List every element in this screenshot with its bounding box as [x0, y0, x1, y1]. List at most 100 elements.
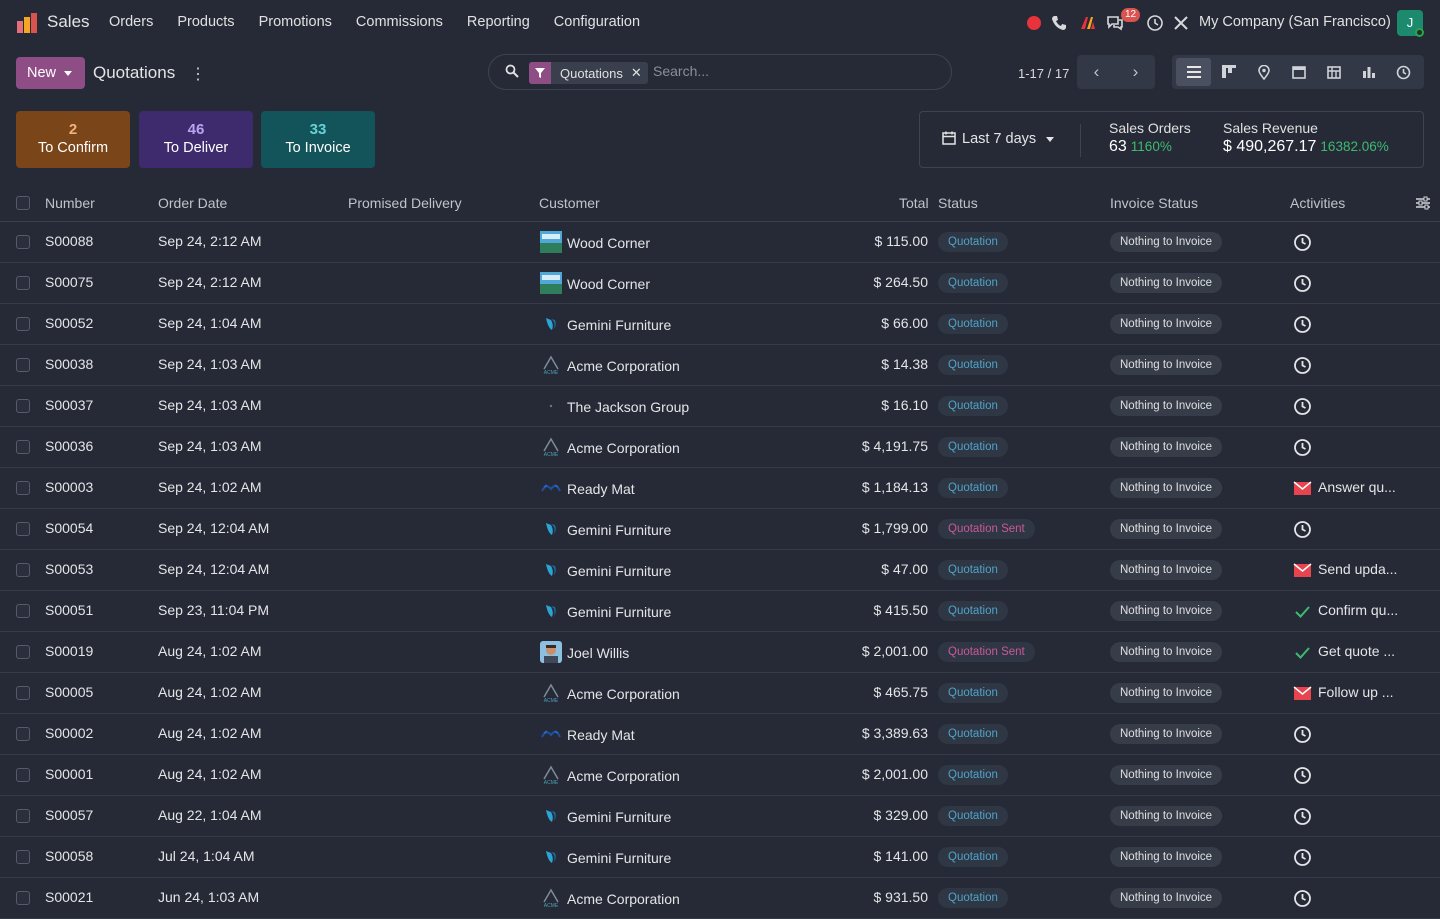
menu-promotions[interactable]: Promotions	[259, 14, 332, 30]
row-checkbox[interactable]	[16, 850, 30, 864]
row-checkbox[interactable]	[16, 891, 30, 905]
table-row[interactable]: S00075 Sep 24, 2:12 AM Wood Corner $ 264.50…	[0, 263, 1440, 304]
todo-check-icon[interactable]	[1293, 602, 1312, 621]
to-deliver-card[interactable]: 46 To Deliver	[139, 111, 253, 168]
row-checkbox[interactable]	[16, 358, 30, 372]
table-row[interactable]: S00038 Sep 24, 1:03 AM ACME Acme Corporatio…	[0, 345, 1440, 386]
company-switcher[interactable]: My Company (San Francisco)	[1199, 14, 1391, 30]
table-row[interactable]: S00051 Sep 23, 11:04 PM Gemini Furniture $ …	[0, 591, 1440, 632]
activity-clock-icon[interactable]	[1293, 848, 1312, 867]
to-confirm-card[interactable]: 2 To Confirm	[16, 111, 130, 168]
email-activity-icon[interactable]	[1293, 479, 1312, 498]
table-row[interactable]: S00001 Aug 24, 1:02 AM ACME Acme Corporatio…	[0, 755, 1440, 796]
menu-reporting[interactable]: Reporting	[467, 14, 530, 30]
kanban-view-icon[interactable]	[1211, 58, 1246, 86]
actions-menu-icon[interactable]: ⋮	[190, 64, 206, 84]
search-input[interactable]	[653, 63, 933, 79]
activity-clock-icon[interactable]	[1293, 766, 1312, 785]
email-activity-icon[interactable]	[1293, 684, 1312, 703]
activity-clock-icon[interactable]	[1293, 397, 1312, 416]
row-checkbox[interactable]	[16, 276, 30, 290]
activity-clock-icon[interactable]	[1293, 807, 1312, 826]
previous-page-icon[interactable]: ‹	[1077, 55, 1116, 89]
column-total[interactable]: Total	[899, 195, 929, 211]
column-activities[interactable]: Activities	[1290, 195, 1345, 211]
optional-columns-icon[interactable]	[1416, 196, 1430, 210]
row-checkbox[interactable]	[16, 563, 30, 577]
activity-summary[interactable]: Send upda...	[1318, 561, 1397, 577]
activity-summary[interactable]: Follow up ...	[1318, 684, 1393, 700]
email-activity-icon[interactable]	[1293, 561, 1312, 580]
period-selector[interactable]: Last 7 days	[942, 131, 1055, 147]
activity-clock-icon[interactable]	[1146, 14, 1164, 32]
search-icon[interactable]	[505, 64, 519, 78]
activity-clock-icon[interactable]	[1293, 438, 1312, 457]
row-checkbox[interactable]	[16, 645, 30, 659]
activity-clock-icon[interactable]	[1293, 315, 1312, 334]
table-row[interactable]: S00002 Aug 24, 1:02 AM Ready Mat $ 3,389.63…	[0, 714, 1440, 755]
table-row[interactable]: S00005 Aug 24, 1:02 AM ACME Acme Corporatio…	[0, 673, 1440, 714]
row-checkbox[interactable]	[16, 604, 30, 618]
table-row[interactable]: S00054 Sep 24, 12:04 AM Gemini Furniture $ …	[0, 509, 1440, 550]
menu-orders[interactable]: Orders	[109, 14, 153, 30]
menu-configuration[interactable]: Configuration	[554, 14, 640, 30]
column-status[interactable]: Status	[938, 195, 978, 211]
ai-assistant-icon[interactable]	[1079, 14, 1097, 32]
app-name[interactable]: Sales	[47, 12, 90, 32]
column-promised-delivery[interactable]: Promised Delivery	[348, 195, 462, 211]
table-row[interactable]: S00088 Sep 24, 2:12 AM Wood Corner $ 115.00…	[0, 222, 1440, 263]
row-checkbox[interactable]	[16, 522, 30, 536]
select-all-checkbox[interactable]	[16, 196, 30, 210]
activity-clock-icon[interactable]	[1293, 274, 1312, 293]
debug-tools-icon[interactable]	[1172, 14, 1190, 32]
menu-products[interactable]: Products	[177, 14, 234, 30]
map-view-icon[interactable]	[1246, 58, 1281, 86]
activity-clock-icon[interactable]	[1293, 233, 1312, 252]
record-icon[interactable]	[1025, 14, 1043, 32]
row-checkbox[interactable]	[16, 440, 30, 454]
column-invoice-status[interactable]: Invoice Status	[1110, 195, 1198, 211]
table-row[interactable]: S00019 Aug 24, 1:02 AM Joel Willis $ 2,001.…	[0, 632, 1440, 673]
table-row[interactable]: S00036 Sep 24, 1:03 AM ACME Acme Corporatio…	[0, 427, 1440, 468]
activity-view-icon[interactable]	[1386, 58, 1421, 86]
row-checkbox[interactable]	[16, 768, 30, 782]
column-order-date[interactable]: Order Date	[158, 195, 227, 211]
activity-summary[interactable]: Get quote ...	[1318, 643, 1395, 659]
row-checkbox[interactable]	[16, 481, 30, 495]
table-row[interactable]: S00053 Sep 24, 12:04 AM Gemini Furniture $ …	[0, 550, 1440, 591]
row-checkbox[interactable]	[16, 235, 30, 249]
activity-clock-icon[interactable]	[1293, 520, 1312, 539]
column-customer[interactable]: Customer	[539, 195, 600, 211]
row-checkbox[interactable]	[16, 809, 30, 823]
sales-app-icon[interactable]	[16, 12, 38, 34]
table-row[interactable]: S00058 Jul 24, 1:04 AM Gemini Furniture $ 1…	[0, 837, 1440, 878]
row-checkbox[interactable]	[16, 727, 30, 741]
graph-view-icon[interactable]	[1351, 58, 1386, 86]
activity-clock-icon[interactable]	[1293, 356, 1312, 375]
pivot-view-icon[interactable]	[1316, 58, 1351, 86]
table-row[interactable]: S00021 Jun 24, 1:03 AM ACME Acme Corporatio…	[0, 878, 1440, 919]
pager-value[interactable]: 1-17 / 17	[1018, 66, 1069, 81]
activity-clock-icon[interactable]	[1293, 889, 1312, 908]
activity-clock-icon[interactable]	[1293, 725, 1312, 744]
table-row[interactable]: S00003 Sep 24, 1:02 AM Ready Mat $ 1,184.13…	[0, 468, 1440, 509]
next-page-icon[interactable]: ›	[1116, 55, 1155, 89]
remove-facet-icon[interactable]: ✕	[631, 65, 648, 81]
row-checkbox[interactable]	[16, 317, 30, 331]
period-label: Last 7 days	[962, 131, 1037, 147]
row-checkbox[interactable]	[16, 399, 30, 413]
list-view-icon[interactable]	[1176, 58, 1211, 86]
phone-icon[interactable]	[1050, 14, 1068, 32]
table-row[interactable]: S00057 Aug 22, 1:04 AM Gemini Furniture $ 3…	[0, 796, 1440, 837]
calendar-view-icon[interactable]	[1281, 58, 1316, 86]
todo-check-icon[interactable]	[1293, 643, 1312, 662]
menu-commissions[interactable]: Commissions	[356, 14, 443, 30]
new-button[interactable]: New	[16, 57, 85, 89]
to-invoice-card[interactable]: 33 To Invoice	[261, 111, 375, 168]
activity-summary[interactable]: Confirm qu...	[1318, 602, 1398, 618]
row-checkbox[interactable]	[16, 686, 30, 700]
table-row[interactable]: S00037 Sep 24, 1:03 AM The Jackson Group $ …	[0, 386, 1440, 427]
column-number[interactable]: Number	[45, 195, 95, 211]
activity-summary[interactable]: Answer qu...	[1318, 479, 1396, 495]
table-row[interactable]: S00052 Sep 24, 1:04 AM Gemini Furniture $ 6…	[0, 304, 1440, 345]
